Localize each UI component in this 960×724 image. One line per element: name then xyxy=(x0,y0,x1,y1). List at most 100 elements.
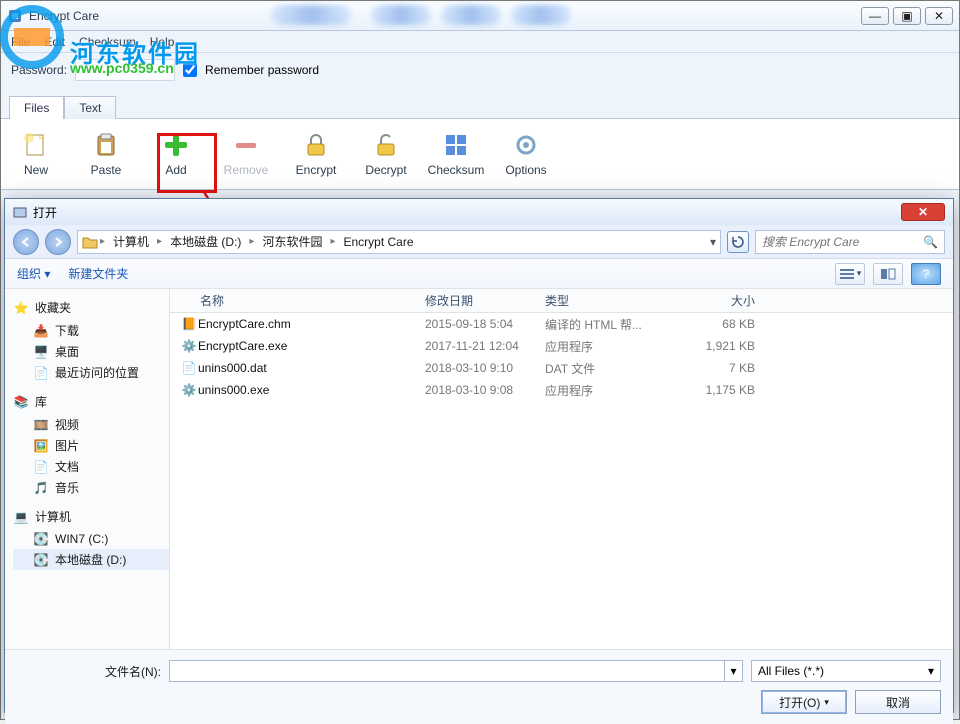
breadcrumb-dropdown-icon[interactable]: ▾ xyxy=(710,235,716,249)
remember-password-checkbox[interactable] xyxy=(183,63,197,77)
tab-text[interactable]: Text xyxy=(64,96,116,119)
nav-documents[interactable]: 📄文档 xyxy=(13,456,169,477)
menu-help[interactable]: Help xyxy=(150,35,175,49)
col-type[interactable]: 类型 xyxy=(545,292,675,309)
file-type: 应用程序 xyxy=(545,338,675,355)
file-type: 编译的 HTML 帮... xyxy=(545,316,675,333)
refresh-button[interactable] xyxy=(727,231,749,253)
nav-favorites[interactable]: ⭐ 收藏夹 xyxy=(13,299,169,316)
tab-files[interactable]: Files xyxy=(9,96,64,119)
toolbar-encrypt-label: Encrypt xyxy=(296,163,337,177)
search-box[interactable]: 🔍 xyxy=(755,230,945,254)
nav-videos[interactable]: 🎞️视频 xyxy=(13,414,169,435)
file-list-pane: 名称 修改日期 类型 大小 📙EncryptCare.chm2015-09-18… xyxy=(170,289,953,649)
search-icon: 🔍 xyxy=(923,235,938,249)
toolbar-add[interactable]: Add xyxy=(141,123,211,185)
nav-drive-c[interactable]: 💽WIN7 (C:) xyxy=(13,529,169,549)
menu-edit[interactable]: Edit xyxy=(44,35,65,49)
breadcrumb-seg-3[interactable]: Encrypt Care xyxy=(337,235,419,249)
cancel-button[interactable]: 取消 xyxy=(855,690,941,714)
maximize-button[interactable]: ▣ xyxy=(893,7,921,25)
toolbar-paste[interactable]: Paste xyxy=(71,123,141,185)
libraries-icon: 📚 xyxy=(13,394,29,410)
file-open-dialog: 打开 ✕ ▸ 计算机▸ 本地磁盘 (D:)▸ 河东软件园▸ Encrypt Ca… xyxy=(4,198,954,713)
password-input[interactable] xyxy=(75,59,175,81)
file-type: DAT 文件 xyxy=(545,360,675,377)
drive-icon: 💽 xyxy=(33,531,49,547)
video-icon: 🎞️ xyxy=(33,417,49,433)
titlebar: Encrypt Care — ▣ ✕ xyxy=(1,1,959,31)
drive-icon: 💽 xyxy=(33,552,49,568)
minimize-button[interactable]: — xyxy=(861,7,889,25)
nav-downloads[interactable]: 📥下载 xyxy=(13,320,169,341)
nav-music[interactable]: 🎵音乐 xyxy=(13,477,169,498)
menu-file[interactable]: File xyxy=(11,35,30,49)
file-row[interactable]: ⚙️EncryptCare.exe2017-11-21 12:04应用程序1,9… xyxy=(170,335,953,357)
toolbar-decrypt[interactable]: Decrypt xyxy=(351,123,421,185)
tab-row: Files Text xyxy=(1,95,959,118)
file-icon: 📙 xyxy=(180,317,198,331)
new-folder-button[interactable]: 新建文件夹 xyxy=(68,265,128,282)
organize-menu[interactable]: 组织 ▾ xyxy=(17,265,50,282)
toolbar-paste-label: Paste xyxy=(91,163,122,177)
col-date[interactable]: 修改日期 xyxy=(425,292,545,309)
nav-libraries[interactable]: 📚 库 xyxy=(13,393,169,410)
toolbar-options[interactable]: Options xyxy=(491,123,561,185)
chevron-down-icon: ▾ xyxy=(928,664,934,678)
file-icon: ⚙️ xyxy=(180,339,198,353)
nav-computer[interactable]: 💻 计算机 xyxy=(13,508,169,525)
filename-dropdown-icon[interactable]: ▾ xyxy=(725,660,743,682)
file-icon: 📄 xyxy=(180,361,198,375)
file-date: 2017-11-21 12:04 xyxy=(425,339,545,353)
toolbar-new[interactable]: New xyxy=(1,123,71,185)
toolbar-encrypt[interactable]: Encrypt xyxy=(281,123,351,185)
nav-recent[interactable]: 📄最近访问的位置 xyxy=(13,362,169,383)
close-button[interactable]: ✕ xyxy=(925,7,953,25)
lock-closed-icon xyxy=(302,131,330,159)
toolbar-options-label: Options xyxy=(505,163,546,177)
download-icon: 📥 xyxy=(33,323,49,339)
preview-pane-button[interactable] xyxy=(873,263,903,285)
app-title: Encrypt Care xyxy=(29,9,99,23)
menu-checksum[interactable]: Checksum xyxy=(79,35,136,49)
file-type-filter[interactable]: All Files (*.*) ▾ xyxy=(751,660,941,682)
dialog-close-button[interactable]: ✕ xyxy=(901,203,945,221)
column-headers: 名称 修改日期 类型 大小 xyxy=(170,289,953,313)
file-row[interactable]: 📙EncryptCare.chm2015-09-18 5:04编译的 HTML … xyxy=(170,313,953,335)
pictures-icon: 🖼️ xyxy=(33,438,49,454)
toolbar-checksum[interactable]: Checksum xyxy=(421,123,491,185)
file-row[interactable]: 📄unins000.dat2018-03-10 9:10DAT 文件7 KB xyxy=(170,357,953,379)
dialog-body: ⭐ 收藏夹 📥下载 🖥️桌面 📄最近访问的位置 📚 库 🎞️视频 🖼️图片 📄文… xyxy=(5,289,953,649)
file-name: unins000.dat xyxy=(198,361,425,375)
col-size[interactable]: 大小 xyxy=(675,292,775,309)
file-icon: ⚙️ xyxy=(180,383,198,397)
window-controls: — ▣ ✕ xyxy=(861,7,953,25)
back-button[interactable] xyxy=(13,229,39,255)
lock-open-icon xyxy=(372,131,400,159)
breadcrumb-seg-2[interactable]: 河东软件园 xyxy=(256,233,328,250)
breadcrumb-seg-1[interactable]: 本地磁盘 (D:) xyxy=(164,233,247,250)
folder-icon xyxy=(82,235,98,249)
filename-input[interactable] xyxy=(169,660,725,682)
file-type: 应用程序 xyxy=(545,382,675,399)
menu-bar: File Edit Checksum Help xyxy=(1,31,959,53)
view-mode-button[interactable]: ▾ xyxy=(835,263,865,285)
breadcrumb[interactable]: ▸ 计算机▸ 本地磁盘 (D:)▸ 河东软件园▸ Encrypt Care ▾ xyxy=(77,230,721,254)
nav-drive-d[interactable]: 💽本地磁盘 (D:) xyxy=(13,549,169,570)
desktop-icon: 🖥️ xyxy=(33,344,49,360)
gear-icon xyxy=(512,131,540,159)
computer-icon: 💻 xyxy=(13,509,29,525)
forward-button[interactable] xyxy=(45,229,71,255)
app-icon xyxy=(7,8,23,24)
open-button[interactable]: 打开(O)▾ xyxy=(761,690,847,714)
breadcrumb-seg-0[interactable]: 计算机 xyxy=(107,233,155,250)
nav-pictures[interactable]: 🖼️图片 xyxy=(13,435,169,456)
remove-icon xyxy=(232,131,260,159)
help-button[interactable]: ? xyxy=(911,263,941,285)
col-name[interactable]: 名称 xyxy=(170,292,425,309)
nav-desktop[interactable]: 🖥️桌面 xyxy=(13,341,169,362)
file-row[interactable]: ⚙️unins000.exe2018-03-10 9:08应用程序1,175 K… xyxy=(170,379,953,401)
toolbar-new-label: New xyxy=(24,163,48,177)
nav-pane: ⭐ 收藏夹 📥下载 🖥️桌面 📄最近访问的位置 📚 库 🎞️视频 🖼️图片 📄文… xyxy=(5,289,170,649)
search-input[interactable] xyxy=(762,235,923,249)
